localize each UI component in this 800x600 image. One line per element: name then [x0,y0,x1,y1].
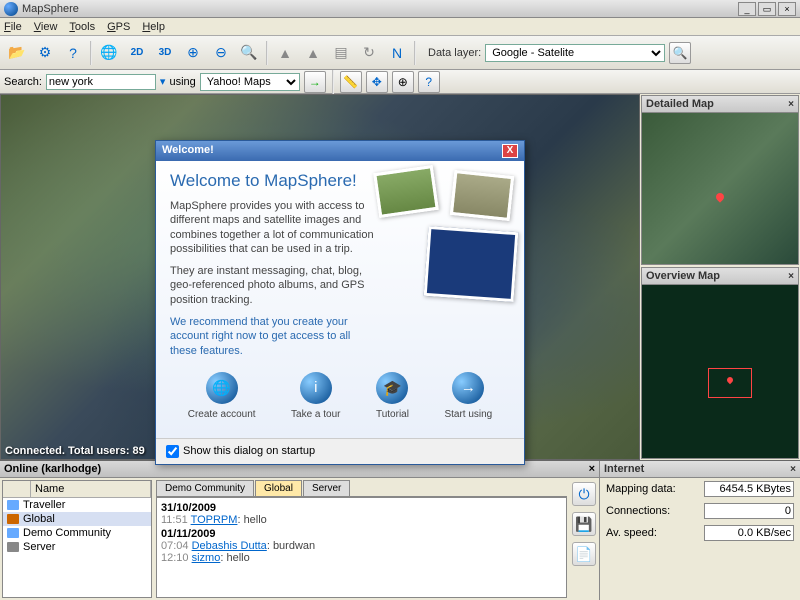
dialog-p2: They are instant messaging, chat, blog, … [170,264,380,307]
internet-title: Internet [604,463,644,475]
globe-icon: 🌐 [206,372,238,404]
internet-close-icon[interactable]: × [790,464,796,475]
detailed-close-icon[interactable]: × [788,99,794,110]
menu-file[interactable]: File [4,21,22,33]
layers-icon[interactable]: ▤ [328,40,354,66]
cap-icon: 🎓 [376,372,408,404]
chat-log: 31/10/2009 11:51 TOPRPM: hello 01/11/200… [156,497,567,598]
tab-server[interactable]: Server [303,480,350,496]
welcome-dialog: Welcome!X Welcome to MapSphere! MapSpher… [155,140,525,465]
close-button[interactable]: × [778,2,796,16]
datalayer-label: Data layer: [428,47,481,59]
search-bar: Search: ▾ using Yahoo! Maps → 📏 ✥ ⊕ ? [0,70,800,94]
user-row[interactable]: Traveller [3,498,151,512]
online-close-icon[interactable]: × [589,463,595,475]
help-icon[interactable]: ? [60,40,86,66]
refresh-icon[interactable]: ↻ [356,40,382,66]
search-dropdown-icon[interactable]: ▾ [160,75,166,88]
user-row[interactable]: Global [3,512,151,526]
create-account-button[interactable]: 🌐Create account [188,372,256,420]
col-name[interactable]: Name [31,481,151,497]
globe-icon[interactable]: 🌐 [96,40,122,66]
2d-button[interactable]: 2D [124,40,150,66]
tab-global[interactable]: Global [255,480,302,496]
online-title: Online (karlhodge) [4,463,101,475]
user-row[interactable]: Demo Community [3,526,151,540]
detailed-map[interactable] [642,113,798,264]
speed-label: Av. speed: [606,527,657,539]
col-icon[interactable] [3,481,31,497]
datalayer-go-button[interactable]: 🔍 [669,42,691,64]
conn-label: Connections: [606,505,670,517]
datalayer-select[interactable]: Google - Satelite [485,44,665,62]
overview-map-title: Overview Map [646,270,720,282]
tutorial-button[interactable]: 🎓Tutorial [376,372,409,420]
status-bar: Connected. Total users: 89 [5,445,145,457]
user-icon [7,514,19,524]
zoom-in-icon[interactable]: ⊕ [180,40,206,66]
menu-help[interactable]: Help [142,21,165,33]
tool-move-icon[interactable]: ✥ [366,71,388,93]
dialog-collage [376,169,516,299]
show-startup-checkbox[interactable] [166,445,179,458]
dialog-close-button[interactable]: X [502,144,518,158]
power-button[interactable]: ⏻ [572,482,596,506]
using-label: using [169,76,195,88]
dialog-recommend: We recommend that you create your accoun… [170,315,380,358]
user-list: Name Traveller Global Demo Community Ser… [2,480,152,598]
overview-close-icon[interactable]: × [788,271,794,282]
arrow-icon: → [452,372,484,404]
info-icon: i [300,372,332,404]
search-label: Search: [4,76,42,88]
zoom-fit-icon[interactable]: 🔍 [236,40,262,66]
user-icon [7,542,19,552]
menu-tools[interactable]: Tools [69,21,95,33]
dialog-title: Welcome! [162,144,214,158]
show-startup-label: Show this dialog on startup [183,445,315,457]
marker-icon[interactable]: ▲ [272,40,298,66]
app-icon [4,2,18,16]
conn-value [704,503,794,519]
search-input[interactable] [46,74,156,90]
menu-gps[interactable]: GPS [107,21,130,33]
menu-bar: File View Tools GPS Help [0,18,800,36]
mapping-value [704,481,794,497]
take-tour-button[interactable]: iTake a tour [291,372,340,420]
compass-icon[interactable]: N [384,40,410,66]
maximize-button[interactable]: ▭ [758,2,776,16]
overview-viewport-box [708,368,752,398]
user-icon [7,528,19,538]
tab-demo[interactable]: Demo Community [156,480,254,496]
speed-value [704,525,794,541]
user-row[interactable]: Server [3,540,151,554]
gear-icon[interactable]: ⚙ [32,40,58,66]
overview-map[interactable] [642,285,798,458]
marker2-icon[interactable]: ▲ [300,40,326,66]
app-title: MapSphere [22,3,738,15]
chat-save-icon[interactable]: 💾 [572,512,596,536]
user-icon [7,500,19,510]
tool-target-icon[interactable]: ⊕ [392,71,414,93]
menu-view[interactable]: View [34,21,58,33]
chat-doc-icon[interactable]: 📄 [572,542,596,566]
dialog-p1: MapSphere provides you with access to di… [170,199,380,256]
start-using-button[interactable]: →Start using [444,372,492,420]
search-engine-select[interactable]: Yahoo! Maps [200,73,300,91]
tool-help-icon[interactable]: ? [418,71,440,93]
mapping-label: Mapping data: [606,483,676,495]
minimize-button[interactable]: _ [738,2,756,16]
detailed-map-title: Detailed Map [646,98,714,110]
open-icon[interactable]: 📂 [4,40,30,66]
main-toolbar: 📂 ⚙ ? 🌐 2D 3D ⊕ ⊖ 🔍 ▲ ▲ ▤ ↻ N Data layer… [0,36,800,70]
3d-button[interactable]: 3D [152,40,178,66]
zoom-out-icon[interactable]: ⊖ [208,40,234,66]
tool-ruler-icon[interactable]: 📏 [340,71,362,93]
search-go-button[interactable]: → [304,71,326,93]
